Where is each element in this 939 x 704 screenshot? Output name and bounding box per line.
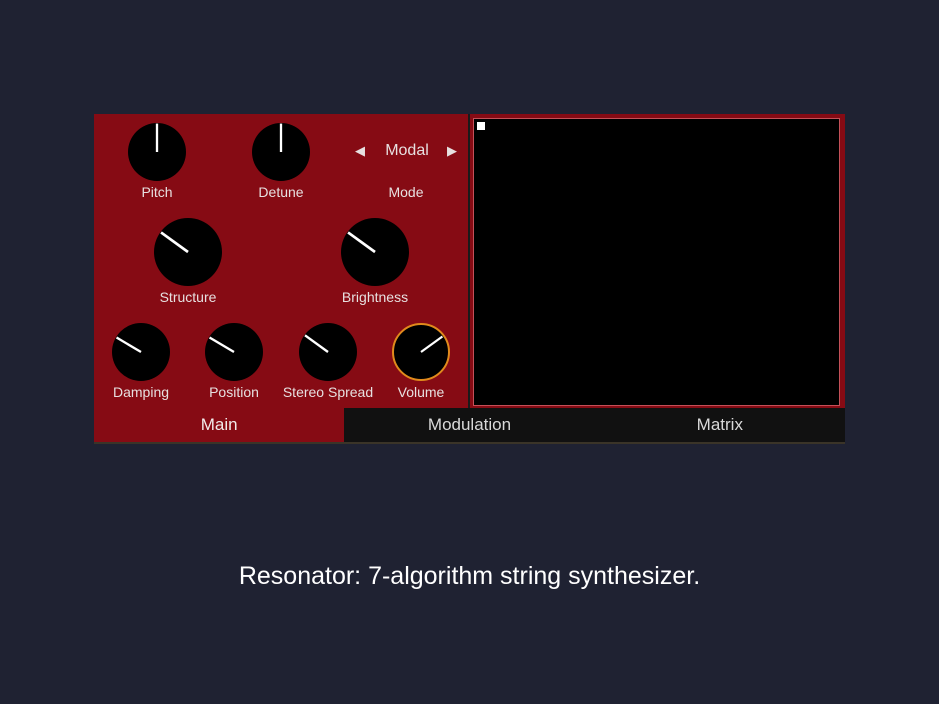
triangle-left-icon[interactable]: ◀ [352,140,368,162]
volume-knob[interactable] [392,323,450,381]
resonator-display[interactable] [473,118,840,406]
knob-pointer-svg [304,334,329,353]
detune-knob[interactable] [252,123,310,181]
knob-pointer [115,336,142,353]
tab-bar: Main Modulation Matrix [94,408,845,442]
display-marker [477,122,485,130]
knob-pointer-svg [115,336,142,353]
structure-label: Structure [159,289,217,305]
mode-selector: ◀ Modal ▶ [352,140,462,162]
mode-value: Modal [385,142,429,159]
knob-pointer [160,231,189,254]
visualizer-panel [470,114,845,408]
stereo-spread-knob[interactable] [299,323,357,381]
main-controls-panel: Pitch Detune ◀ Modal ▶ Mode Structure Br… [94,114,468,408]
knob-pointer-svg [155,123,159,152]
detune-label: Detune [258,184,304,200]
knob-pointer [347,231,376,254]
knob-pointer-svg [279,123,283,152]
volume-label: Volume [397,384,445,400]
knob-pointer-svg [160,231,189,254]
knob-pointer-svg [347,231,376,254]
caption: Resonator: 7-algorithm string synthesize… [238,562,701,590]
divider [94,442,845,444]
knob-pointer [420,335,444,353]
position-knob[interactable] [205,323,263,381]
resonator-plugin: Pitch Detune ◀ Modal ▶ Mode Structure Br… [94,114,845,444]
knob-pointer-svg [420,335,444,353]
knob-pointer [208,336,235,353]
pitch-knob[interactable] [128,123,186,181]
tab-modulation[interactable]: Modulation [344,408,595,442]
knob-pointer [304,334,329,353]
damping-knob[interactable] [112,323,170,381]
tab-main[interactable]: Main [94,408,345,442]
brightness-label: Brightness [341,289,409,305]
tab-matrix[interactable]: Matrix [594,408,845,442]
structure-knob[interactable] [154,218,222,286]
triangle-right-icon[interactable]: ▶ [444,140,460,162]
brightness-knob[interactable] [341,218,409,286]
mode-label: Mode [388,184,424,200]
knob-pointer-svg [208,336,235,353]
pitch-label: Pitch [141,184,173,200]
